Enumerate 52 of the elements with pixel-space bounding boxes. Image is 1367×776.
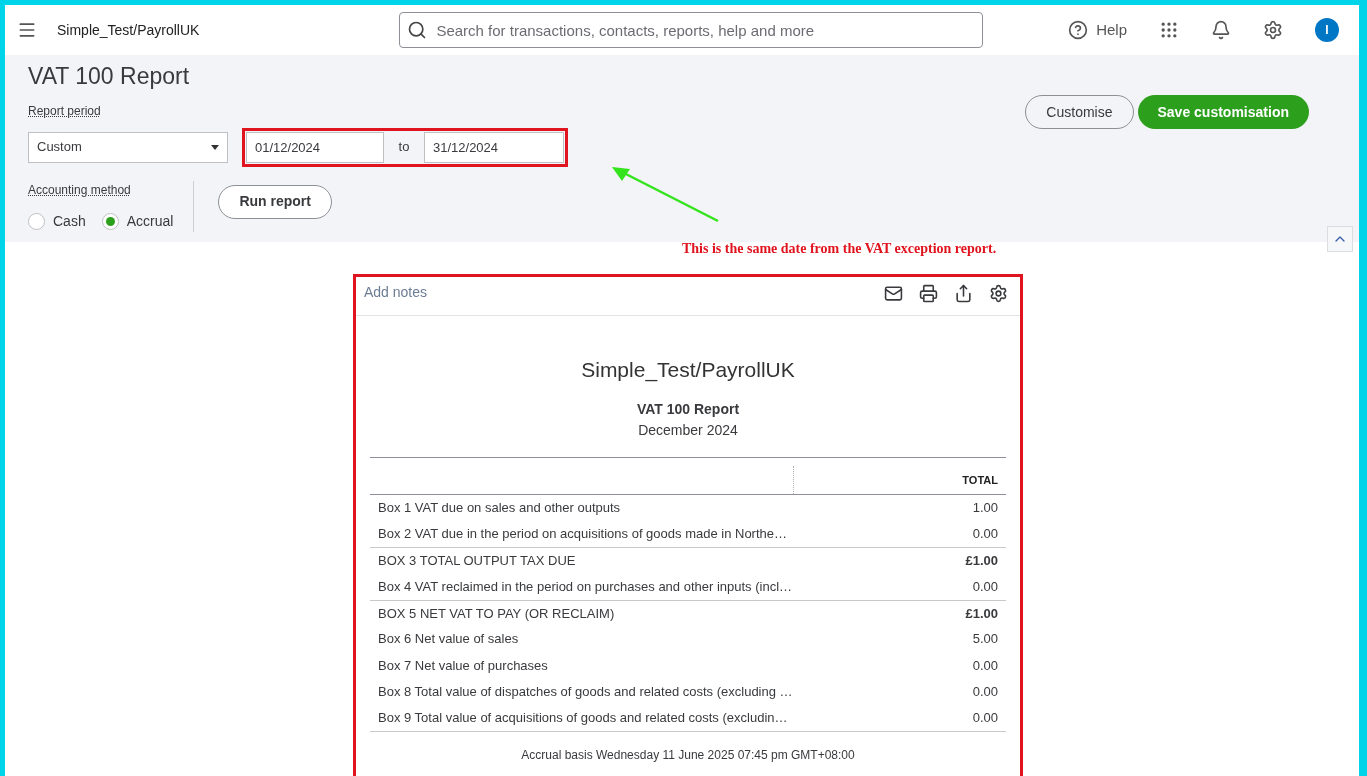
- search-icon: [407, 20, 428, 40]
- run-report-button[interactable]: Run report: [218, 184, 332, 219]
- export-icon[interactable]: [954, 284, 973, 303]
- notification-bell-icon[interactable]: [1211, 20, 1231, 40]
- radio-button[interactable]: [28, 212, 45, 230]
- apps-grid-icon[interactable]: [1159, 20, 1179, 40]
- row-label: Box 8 Total value of dispatches of goods and related costs (excluding …: [378, 682, 794, 701]
- report-period: December 2024: [637, 420, 739, 440]
- annotation-text: This is the same date from the VAT exception report.: [682, 240, 997, 258]
- user-avatar[interactable]: I: [1315, 18, 1339, 42]
- column-header: TOTAL: [961, 472, 999, 488]
- row-value: £1.00: [965, 604, 998, 623]
- caret-icon: [211, 144, 219, 150]
- row-label: Box 4 VAT reclaimed in the period on purchases and other inputs (incl…: [378, 577, 794, 596]
- row-label: Box 1 VAT due on sales and other outputs: [378, 498, 622, 517]
- row-value: 0.00: [972, 709, 998, 728]
- report-company: Simple_Test/PayrollUK: [580, 357, 796, 384]
- settings-icon[interactable]: [1263, 20, 1283, 40]
- help-button[interactable]: Help: [1068, 18, 1127, 42]
- email-icon[interactable]: [884, 284, 903, 303]
- company-name: Simple_Test/PayrollUK: [57, 20, 200, 40]
- report-period-label: Report period: [28, 102, 101, 120]
- row-value: 0.00: [972, 682, 998, 701]
- print-icon[interactable]: [919, 284, 938, 303]
- page-title: VAT 100 Report: [28, 62, 191, 91]
- row-value: £1.00: [965, 552, 998, 570]
- menu-icon[interactable]: [17, 20, 37, 40]
- report-footer: Accrual basis Wednesday 11 June 2025 07:45 pm GMT+08:00: [370, 746, 1006, 765]
- to-label: to: [397, 138, 411, 157]
- row-value: 0.00: [972, 525, 998, 544]
- to-date-field[interactable]: 31/12/2024: [424, 131, 564, 163]
- add-notes-link[interactable]: Add notes: [364, 282, 428, 303]
- row-label: Box 2 VAT due in the period on acquisitions of goods made in Northe…: [378, 525, 789, 544]
- row-label: Box 6 Net value of sales: [378, 630, 520, 649]
- radio-button[interactable]: [101, 212, 119, 230]
- row-label: Box 9 Total value of acquisitions of goods and related costs (excludin…: [378, 709, 789, 728]
- settings-icon[interactable]: [989, 284, 1008, 303]
- row-value: 0.00: [972, 656, 998, 675]
- row-label: BOX 3 TOTAL OUTPUT TAX DUE: [378, 552, 577, 570]
- from-date-field[interactable]: 01/12/2024: [246, 131, 384, 163]
- row-label: Box 7 Net value of purchases: [378, 656, 549, 675]
- radio-option[interactable]: Cash: [28, 210, 86, 232]
- report-title: VAT 100 Report: [635, 399, 741, 419]
- row-value: 0.00: [972, 577, 998, 596]
- row-label: BOX 5 NET VAT TO PAY (OR RECLAIM): [378, 604, 616, 623]
- row-value: 5.00: [972, 630, 998, 649]
- row-value: 1.00: [972, 498, 998, 517]
- help-icon: [1068, 20, 1089, 40]
- period-dropdown[interactable]: Custom: [28, 131, 228, 163]
- radio-option[interactable]: Accrual: [101, 210, 174, 232]
- accounting-method-label: Accounting method: [28, 181, 132, 199]
- search-field[interactable]: Search for transactions, contacts, reports, help and more: [399, 12, 984, 48]
